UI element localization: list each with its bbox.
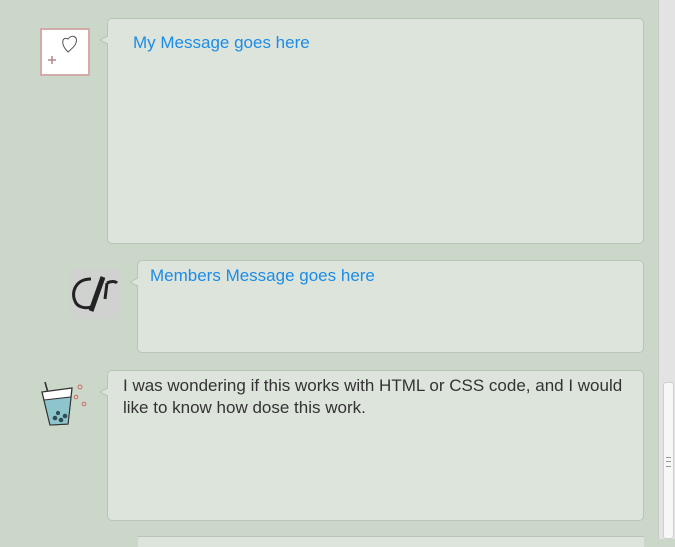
avatar-member[interactable] (69, 269, 121, 319)
avatar-my-message[interactable] (40, 28, 90, 76)
bubble-tea-icon (41, 381, 87, 426)
message-bubble: My Message goes here (99, 18, 644, 244)
stylized-logo-icon (72, 276, 119, 312)
vertical-scrollbar[interactable] (658, 0, 675, 539)
scrollbar-thumb[interactable] (663, 382, 674, 539)
message-text: I was wondering if this works with HTML … (123, 376, 623, 417)
grip-icon (666, 457, 671, 467)
my-message-link[interactable]: My Message goes here (133, 33, 310, 53)
message-bubble: I was wondering if this works with HTML … (99, 370, 644, 521)
message-bubble (138, 536, 644, 547)
message-bubble: Members Message goes here (129, 260, 644, 353)
heart-outline-icon (48, 35, 77, 64)
avatar-user[interactable] (38, 380, 90, 428)
members-message-link[interactable]: Members Message goes here (150, 266, 375, 286)
